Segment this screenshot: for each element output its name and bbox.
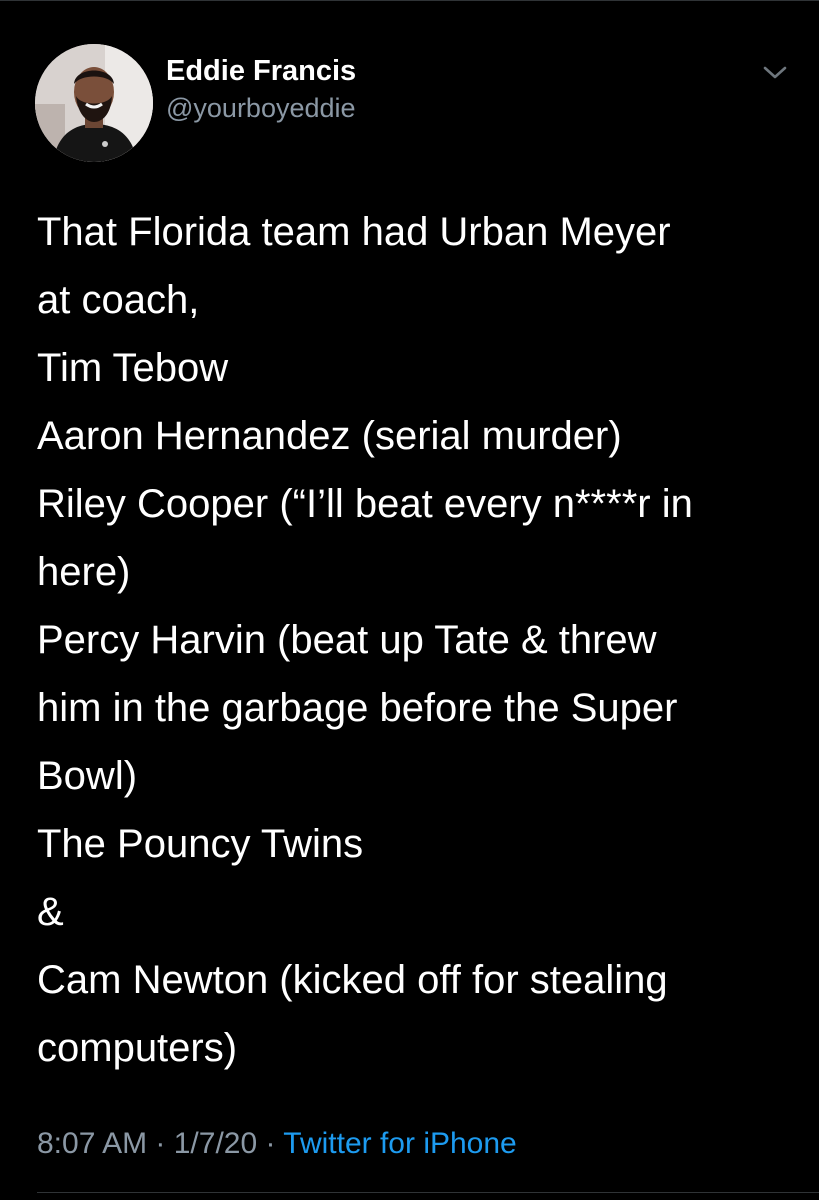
tweet-line: at coach, — [37, 278, 200, 322]
tweet-date[interactable]: 1/7/20 — [174, 1127, 257, 1160]
tweet-line: Riley Cooper (“I’ll beat every n****r in — [37, 482, 693, 526]
tweet-line: That Florida team had Urban Meyer — [37, 210, 671, 254]
user-handle[interactable]: @yourboyeddie — [166, 92, 356, 124]
tweet-line: him in the garbage before the Super — [37, 686, 678, 730]
top-divider — [0, 0, 819, 1]
tweet-line: & — [37, 890, 64, 934]
tweet-line: computers) — [37, 1026, 238, 1070]
tweet-line: The Pouncy Twins — [37, 822, 364, 866]
avatar-image — [35, 44, 153, 162]
avatar[interactable] — [35, 44, 153, 162]
tweet-line: Bowl) — [37, 754, 138, 798]
tweet-meta: 8:07 AM · 1/7/20 · Twitter for iPhone — [37, 1124, 517, 1164]
meta-separator: · — [147, 1127, 174, 1160]
meta-separator: · — [257, 1127, 284, 1160]
tweet-text: That Florida team had Urban Meyer at coa… — [37, 198, 797, 1082]
chevron-down-icon[interactable] — [758, 58, 792, 88]
tweet-line: Cam Newton (kicked off for stealing — [37, 958, 668, 1002]
tweet-line: Percy Harvin (beat up Tate & threw — [37, 618, 657, 662]
tweet-line: here) — [37, 550, 131, 594]
tweet-source-link[interactable]: Twitter for iPhone — [283, 1127, 516, 1160]
tweet-time[interactable]: 8:07 AM — [37, 1127, 147, 1160]
display-name[interactable]: Eddie Francis — [166, 54, 356, 88]
tweet-line: Tim Tebow — [37, 346, 229, 390]
tweet-line: Aaron Hernandez (serial murder) — [37, 414, 622, 458]
bottom-divider — [37, 1192, 819, 1193]
